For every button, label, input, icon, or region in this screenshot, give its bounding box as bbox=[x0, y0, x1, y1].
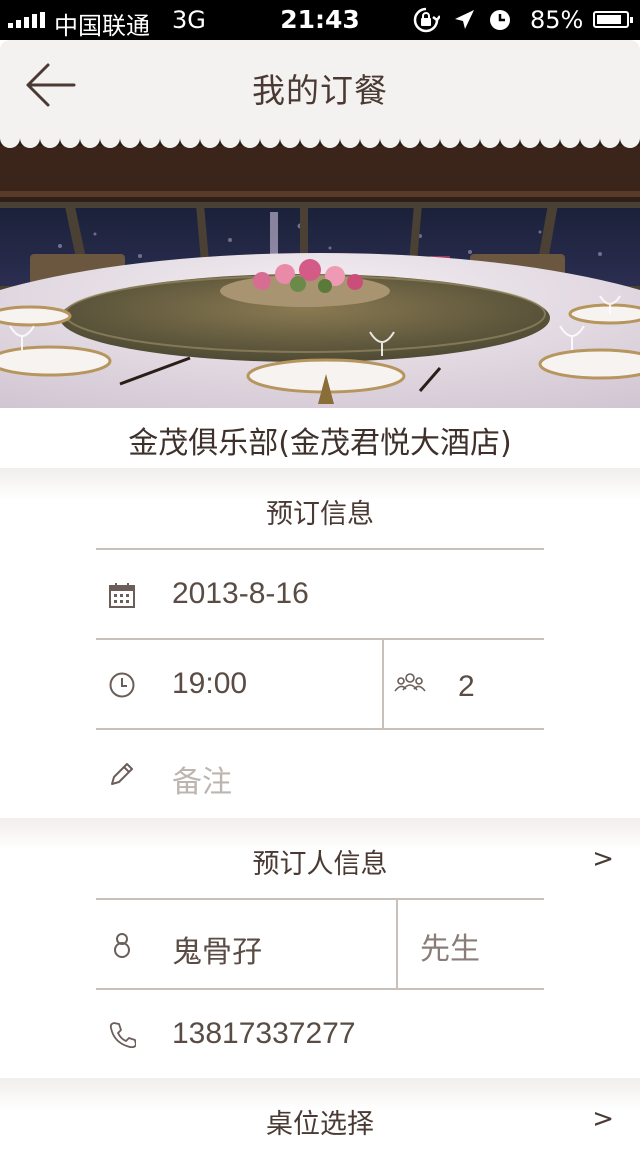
phone-value: 13817337277 bbox=[172, 1017, 356, 1050]
time-value: 19:00 bbox=[172, 667, 248, 700]
page-title: 我的订餐 bbox=[252, 71, 388, 110]
scalloped-edge bbox=[0, 136, 640, 148]
table-selection-header[interactable]: 桌位选择 > bbox=[0, 1078, 640, 1158]
battery-percentage: 85% bbox=[530, 6, 584, 34]
person-icon bbox=[114, 933, 130, 958]
guest-count-value: 2 bbox=[458, 670, 475, 703]
phone-field[interactable]: 13817337277 bbox=[96, 990, 544, 1076]
people-icon bbox=[394, 673, 426, 692]
guest-count-field[interactable]: 2 bbox=[384, 640, 544, 728]
date-value: 2013-8-16 bbox=[172, 577, 309, 610]
booker-name-value: 鬼骨孖 bbox=[172, 936, 262, 969]
navigation-bar: 我的订餐 bbox=[0, 40, 640, 136]
alarm-clock-icon bbox=[490, 10, 510, 30]
date-field[interactable]: 2013-8-16 bbox=[96, 550, 544, 638]
location-arrow-icon bbox=[455, 10, 474, 29]
calendar-icon bbox=[109, 583, 135, 608]
booker-info-header[interactable]: 预订人信息 > bbox=[0, 818, 640, 898]
clock-icon bbox=[109, 672, 135, 698]
booking-info-header: 预订信息 bbox=[0, 468, 640, 548]
time-field[interactable]: 19:00 bbox=[96, 640, 382, 728]
status-bar: 中国联通 3G 21:43 85% bbox=[0, 0, 640, 40]
table-selection-title: 桌位选择 bbox=[266, 1109, 374, 1140]
booker-title-field[interactable]: 先生 bbox=[398, 900, 544, 988]
chevron-right-icon: > bbox=[592, 1104, 614, 1134]
battery-icon bbox=[593, 11, 633, 28]
note-placeholder: 备注 bbox=[172, 766, 232, 799]
restaurant-photo bbox=[0, 136, 640, 408]
booker-title-value: 先生 bbox=[420, 933, 480, 966]
booker-info-title: 预订人信息 bbox=[252, 849, 388, 880]
chevron-right-icon: > bbox=[592, 844, 614, 874]
orientation-lock-icon bbox=[413, 7, 440, 33]
booking-info-title: 预订信息 bbox=[266, 499, 374, 530]
note-field[interactable]: 备注 bbox=[96, 730, 544, 816]
restaurant-name: 金茂俱乐部(金茂君悦大酒店) bbox=[128, 426, 512, 461]
pencil-icon bbox=[111, 763, 133, 785]
dining-room-image bbox=[0, 136, 640, 408]
booker-name-field[interactable]: 鬼骨孖 bbox=[96, 900, 396, 988]
phone-icon bbox=[109, 1022, 136, 1048]
